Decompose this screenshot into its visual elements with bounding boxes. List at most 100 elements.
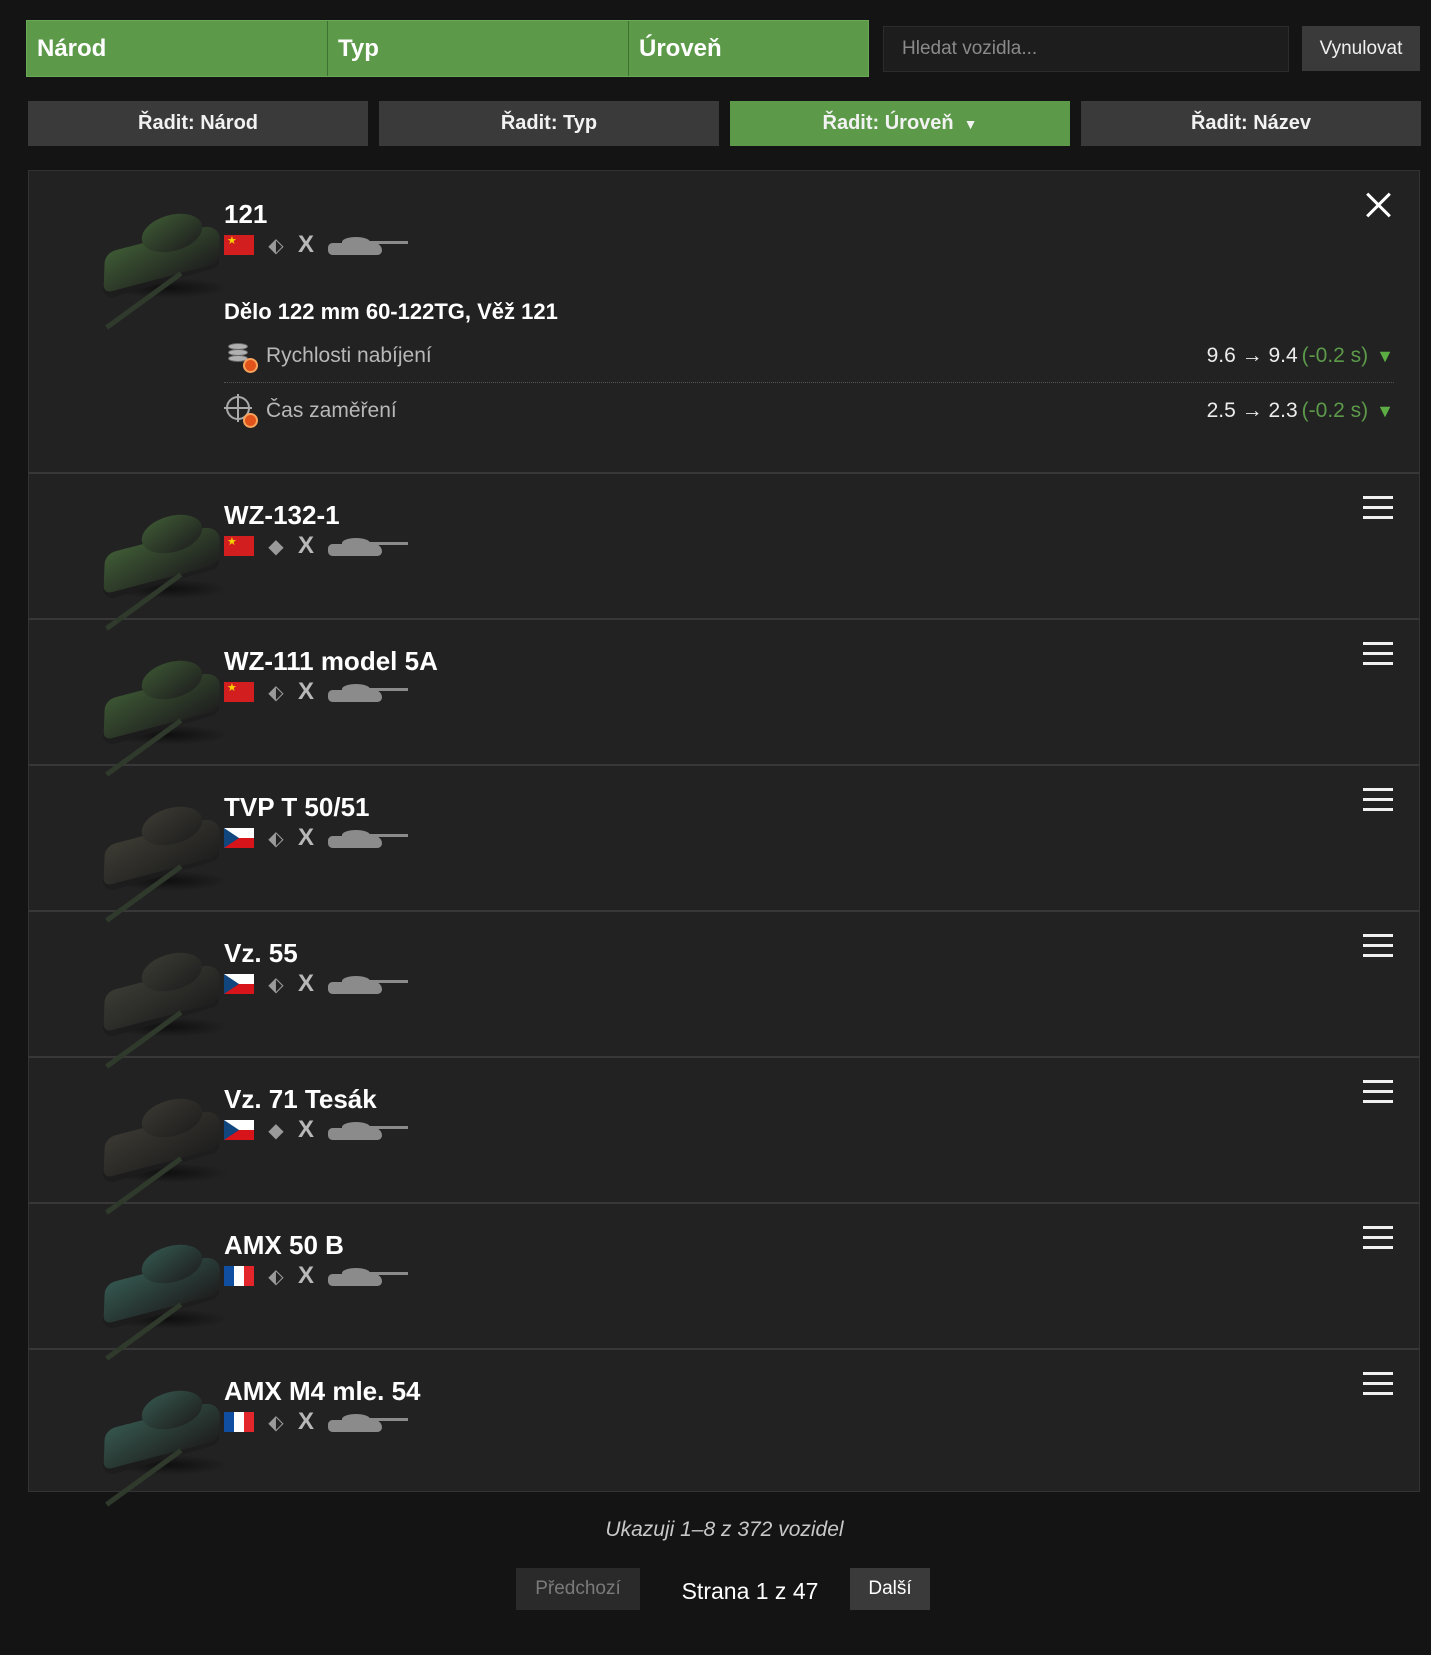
menu-icon[interactable] (1363, 1080, 1393, 1104)
diamond-icon: ◆ (268, 1119, 284, 1142)
vehicle-meta: ◆ X (224, 532, 410, 560)
menu-icon[interactable] (1363, 1226, 1393, 1250)
stat-from: 9.6 (1206, 343, 1236, 367)
double-diamond-icon: ⬖ (268, 234, 284, 257)
china-flag-icon (224, 681, 254, 702)
tank-silhouette-icon (326, 534, 410, 558)
menu-icon[interactable] (1363, 1372, 1393, 1396)
stat-label: Rychlosti nabíjení (266, 343, 432, 367)
tank-silhouette-icon (326, 972, 410, 996)
vehicle-row[interactable]: AMX M4 mle. 54 ⬖ X (29, 1350, 1419, 1507)
decrease-icon: ▼ (1376, 345, 1394, 366)
czech-flag-icon (224, 1120, 254, 1140)
tank-silhouette-icon (326, 680, 410, 704)
tier-label: X (298, 1408, 315, 1435)
vehicle-meta: ⬖ X (224, 824, 410, 852)
stat-delta: (-0.2 s) (1301, 399, 1369, 422)
page-indicator: Strana 1 z 47 (681, 1578, 819, 1604)
aim-icon (224, 394, 258, 428)
tank-image (79, 1370, 239, 1507)
stat-value: 9.6 → 9.4 (-0.2 s) ▼ (1207, 344, 1394, 368)
stat-to: 9.4 (1268, 343, 1298, 367)
double-diamond-icon: ⬖ (268, 681, 284, 704)
tank-image (79, 494, 239, 631)
tank-silhouette-icon (326, 233, 410, 257)
sort-desc-icon: ▼ (963, 116, 978, 132)
decrease-icon: ▼ (1376, 401, 1394, 421)
tank-silhouette-icon (326, 826, 410, 850)
sort-tier-button[interactable]: Řadit: Úroveň ▼ (730, 101, 1070, 146)
filter-bar: Národ Typ Úroveň (26, 20, 869, 77)
diamond-icon: ◆ (268, 535, 284, 558)
czech-flag-icon (224, 974, 254, 994)
tank-silhouette-icon (326, 1410, 410, 1434)
sort-tier-label: Řadit: Úroveň (822, 112, 954, 134)
vehicle-row[interactable]: Vz. 55 ⬖ X (29, 912, 1419, 1069)
vehicle-name: AMX 50 B (224, 1230, 344, 1260)
reload-icon (224, 339, 258, 373)
sort-type-button[interactable]: Řadit: Typ (379, 101, 719, 146)
reset-button[interactable]: Vynulovat (1302, 26, 1420, 71)
vehicle-meta: ⬖ X (224, 231, 410, 259)
stat-delta: (-0.2 s) (1301, 343, 1369, 367)
tank-image (79, 1224, 239, 1361)
double-diamond-icon: ⬖ (268, 827, 284, 850)
stat-to: 2.3 (1268, 399, 1298, 422)
tier-label: X (298, 1116, 315, 1143)
tank-silhouette-icon (326, 1264, 410, 1288)
menu-icon[interactable] (1363, 642, 1393, 666)
search-input[interactable] (883, 26, 1289, 72)
tank-silhouette-icon (326, 1118, 410, 1142)
vehicle-row[interactable]: AMX 50 B ⬖ X (29, 1204, 1419, 1361)
double-diamond-icon: ⬖ (268, 1265, 284, 1288)
tank-image (79, 640, 239, 777)
vehicle-name: 121 (224, 199, 268, 229)
tier-label: X (298, 1262, 315, 1289)
menu-icon[interactable] (1363, 496, 1393, 520)
menu-icon[interactable] (1363, 788, 1393, 812)
czech-flag-icon (224, 828, 254, 848)
france-flag-icon (224, 1266, 254, 1286)
vehicle-name: WZ-132-1 (224, 500, 340, 530)
double-diamond-icon: ⬖ (268, 1411, 284, 1434)
vehicle-name: TVP T 50/51 (224, 792, 370, 822)
tier-label: X (298, 231, 315, 258)
vehicle-meta: ⬖ X (224, 678, 410, 706)
vehicle-name: AMX M4 mle. 54 (224, 1376, 421, 1406)
stat-row: Čas zaměření 2.5 → 2.3 (-0.2 s) ▼ (224, 384, 1394, 438)
tank-image (79, 932, 239, 1069)
tank-image (79, 193, 239, 330)
menu-icon[interactable] (1363, 934, 1393, 958)
next-page-button[interactable]: Další (850, 1568, 930, 1610)
stat-row: Rychlosti nabíjení 9.6 → 9.4 (-0.2 s) ▼ (224, 329, 1394, 383)
vehicle-meta: ◆ X (224, 1116, 410, 1144)
tier-label: X (298, 824, 315, 851)
tier-label: X (298, 678, 315, 705)
sort-nation-button[interactable]: Řadit: Národ (28, 101, 368, 146)
stat-label: Čas zaměření (266, 399, 397, 422)
vehicle-row[interactable]: WZ-132-1 ◆ X (29, 474, 1419, 631)
vehicle-row[interactable]: WZ-111 model 5A ⬖ X (29, 620, 1419, 777)
filter-type[interactable]: Typ (328, 21, 629, 76)
results-summary: Ukazuji 1–8 z 372 vozidel (605, 1518, 844, 1541)
vehicle-row[interactable]: TVP T 50/51 ⬖ X (29, 766, 1419, 923)
vehicle-name: WZ-111 model 5A (224, 646, 438, 676)
vehicle-row[interactable]: 121 ⬖ X Dělo 122 mm 60-122TG, Věž 121 Ry… (29, 171, 1419, 474)
close-icon[interactable] (1365, 191, 1393, 219)
vehicle-name: Vz. 71 Tesák (224, 1084, 377, 1114)
stat-arrow: → (1241, 343, 1263, 367)
vehicle-row[interactable]: Vz. 71 Tesák ◆ X (29, 1058, 1419, 1215)
china-flag-icon (224, 234, 254, 255)
tank-image (79, 1078, 239, 1215)
vehicle-meta: ⬖ X (224, 1262, 410, 1290)
stat-arrow: → (1241, 399, 1263, 422)
china-flag-icon (224, 535, 254, 556)
double-diamond-icon: ⬖ (268, 973, 284, 996)
vehicle-meta: ⬖ X (224, 970, 410, 998)
stat-value: 2.5 → 2.3 (-0.2 s) ▼ (1207, 399, 1394, 423)
filter-tier[interactable]: Úroveň (629, 21, 869, 76)
filter-nation[interactable]: Národ (27, 21, 328, 76)
prev-page-button[interactable]: Předchozí (516, 1568, 640, 1610)
sort-name-button[interactable]: Řadit: Název (1081, 101, 1421, 146)
vehicle-meta: ⬖ X (224, 1408, 410, 1436)
